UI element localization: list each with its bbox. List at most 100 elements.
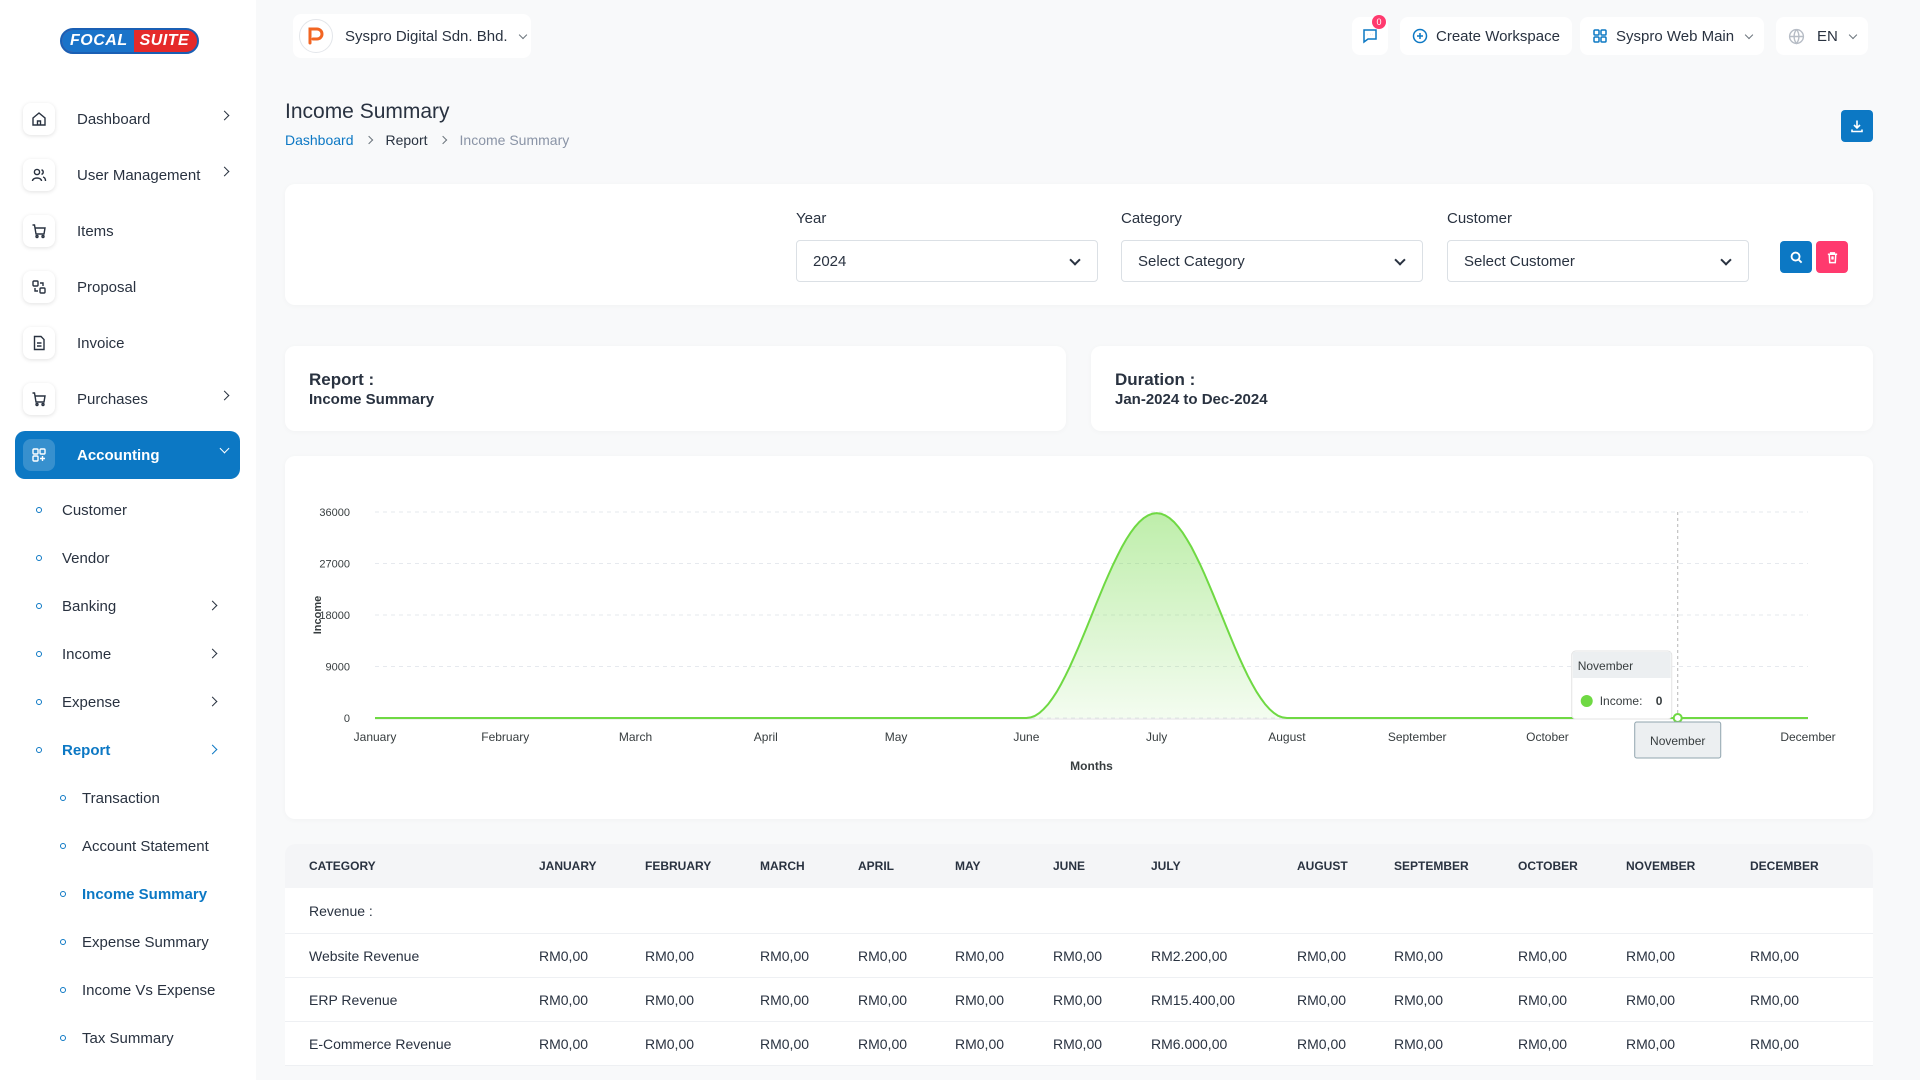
grid-icon xyxy=(23,439,55,471)
y-tick-label: 0 xyxy=(344,713,350,725)
chevron-right-icon xyxy=(207,744,218,755)
category-select[interactable]: Select Category xyxy=(1121,240,1423,282)
duration-info-card: Duration : Jan-2024 to Dec-2024 xyxy=(1091,346,1873,431)
year-select[interactable]: 2024 xyxy=(796,240,1098,282)
table-cell: RM2.200,00 xyxy=(1151,948,1228,964)
bullet-icon xyxy=(60,843,66,849)
language-switcher[interactable]: EN xyxy=(1776,17,1868,55)
sidebar-nav: Dashboard User Management Items Proposal xyxy=(15,95,240,487)
x-tick-label: August xyxy=(1268,730,1306,744)
report-item-transaction[interactable]: Transaction xyxy=(36,774,236,822)
report-item-income-vs-expense[interactable]: Income Vs Expense xyxy=(36,966,236,1014)
report-item-label: Expense Summary xyxy=(82,933,209,951)
column-header: Category xyxy=(309,859,376,873)
sidebar-item-label: Purchases xyxy=(77,390,148,408)
chevron-right-icon xyxy=(207,600,218,611)
report-item-account-statement[interactable]: Account Statement xyxy=(36,822,236,870)
table-cell: RM0,00 xyxy=(955,992,1005,1008)
customer-select[interactable]: Select Customer xyxy=(1447,240,1749,282)
submenu-item-label: Vendor xyxy=(62,549,110,567)
sidebar-item-dashboard[interactable]: Dashboard xyxy=(15,95,240,143)
column-header: March xyxy=(760,859,805,873)
sidebar-item-purchases[interactable]: Purchases xyxy=(15,375,240,423)
table-cell: RM0,00 xyxy=(1750,1036,1800,1052)
submenu-item-vendor[interactable]: Vendor xyxy=(36,534,236,582)
workspace-switcher[interactable]: Syspro Web Main xyxy=(1580,17,1765,55)
table-cell: RM0,00 xyxy=(1750,948,1800,964)
duration-info-label: Duration : xyxy=(1115,370,1196,389)
submenu-item-customer[interactable]: Customer xyxy=(36,486,236,534)
chevron-right-icon xyxy=(207,696,218,707)
chevron-down-icon xyxy=(1848,30,1858,39)
sidebar-item-accounting[interactable]: Accounting xyxy=(15,431,240,479)
filter-card: Year 2024 Category Select Category Custo… xyxy=(285,184,1873,305)
search-icon xyxy=(1790,251,1802,263)
report-item-income-summary[interactable]: Income Summary xyxy=(36,870,236,918)
table-row: ERP Revenue RM0,00 RM0,00 RM0,00 RM0,00 RM0,0… xyxy=(285,978,1873,1022)
submenu-item-report[interactable]: Report xyxy=(36,726,236,774)
table-cell: RM0,00 xyxy=(1626,992,1676,1008)
report-item-expense-summary[interactable]: Expense Summary xyxy=(36,918,236,966)
table-cell: RM0,00 xyxy=(760,1036,810,1052)
report-info-card: Report : Income Summary xyxy=(285,346,1066,431)
reset-button[interactable] xyxy=(1816,241,1848,273)
breadcrumb-dashboard[interactable]: Dashboard xyxy=(285,132,354,148)
bullet-icon xyxy=(60,795,66,801)
sidebar-item-user-management[interactable]: User Management xyxy=(15,151,240,199)
language-label: EN xyxy=(1817,27,1838,45)
table-cell: RM0,00 xyxy=(760,948,810,964)
bullet-icon xyxy=(36,507,42,513)
submenu-item-banking[interactable]: Banking xyxy=(36,582,236,630)
table-cell: RM0,00 xyxy=(1053,1036,1103,1052)
search-button[interactable] xyxy=(1780,241,1812,273)
breadcrumb-current: Income Summary xyxy=(459,132,570,148)
year-select-value: 2024 xyxy=(813,252,847,270)
users-icon xyxy=(23,159,55,191)
bullet-icon xyxy=(60,987,66,993)
table-cell: RM0,00 xyxy=(1518,948,1568,964)
sidebar-item-proposal[interactable]: Proposal xyxy=(15,263,240,311)
report-item-tax-summary[interactable]: Tax Summary xyxy=(36,1014,236,1062)
table-cell: RM0,00 xyxy=(645,948,695,964)
x-tick-label: September xyxy=(1388,730,1447,744)
chevron-right-icon xyxy=(219,390,230,401)
trash-icon xyxy=(1827,251,1837,263)
table-cell: RM0,00 xyxy=(1626,1036,1676,1052)
table-cell: RM0,00 xyxy=(1394,1036,1444,1052)
download-button[interactable] xyxy=(1841,110,1873,142)
table-cell: RM0,00 xyxy=(1394,992,1444,1008)
chevron-down-icon xyxy=(219,443,230,454)
chevron-right-icon xyxy=(364,135,373,145)
bullet-icon xyxy=(36,603,42,609)
table-cell: RM0,00 xyxy=(1518,992,1568,1008)
sidebar-item-label: Accounting xyxy=(77,446,160,464)
table-cell: RM6.000,00 xyxy=(1151,1036,1228,1052)
company-switcher[interactable]: Syspro Digital Sdn. Bhd. xyxy=(293,14,531,58)
submenu-item-income[interactable]: Income xyxy=(36,630,236,678)
sidebar-item-items[interactable]: Items xyxy=(15,207,240,255)
plus-circle-icon xyxy=(1412,28,1428,44)
xaxis-tooltip-label: November xyxy=(1650,734,1705,748)
hover-marker xyxy=(1672,713,1683,723)
sidebar-item-label: Dashboard xyxy=(77,110,151,128)
report-item-label: Tax Summary xyxy=(82,1029,174,1047)
create-workspace-button[interactable]: Create Workspace xyxy=(1400,17,1572,55)
column-header: January xyxy=(539,859,597,873)
download-icon xyxy=(1851,120,1863,133)
y-tick-label: 9000 xyxy=(326,662,350,674)
table-cell: RM0,00 xyxy=(645,992,695,1008)
report-info-label: Report : xyxy=(309,370,375,389)
notifications-button[interactable]: 0 xyxy=(1352,15,1388,55)
tooltip-value: 0 xyxy=(1656,694,1663,708)
income-chart: 09000180002700036000January February March… xyxy=(312,507,1836,773)
chevron-down-icon xyxy=(1069,254,1081,266)
submenu-item-label: Banking xyxy=(62,597,117,615)
submenu-item-expense[interactable]: Expense xyxy=(36,678,236,726)
sidebar-item-invoice[interactable]: Invoice xyxy=(15,319,240,367)
chart-card: 0 9000 18000 27000 36000 January February March… xyxy=(285,456,1873,819)
row-category: ERP Revenue xyxy=(309,992,398,1008)
y-axis-title: Income xyxy=(312,596,324,635)
invoice-icon xyxy=(23,327,55,359)
brand-logo[interactable]: FOCAL SUITE xyxy=(60,28,200,54)
table-cell: RM0,00 xyxy=(645,1036,695,1052)
